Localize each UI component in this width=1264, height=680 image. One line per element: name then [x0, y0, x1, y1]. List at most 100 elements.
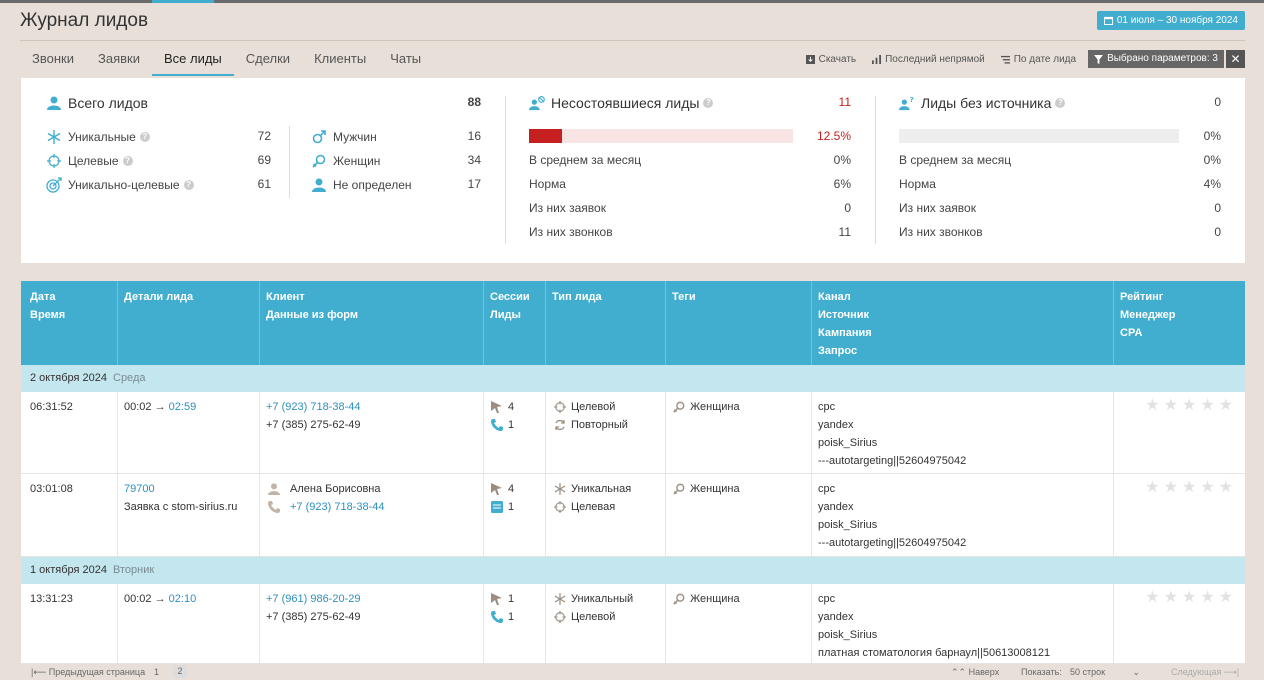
star-icon[interactable]: ★ [1219, 590, 1233, 606]
target-icon [46, 153, 62, 169]
sort-button[interactable]: По дате лида [1000, 54, 1076, 65]
nosource-leads-value: 0 [1214, 95, 1221, 109]
star-icon[interactable]: ★ [1145, 590, 1159, 606]
star-icon[interactable]: ★ [1145, 398, 1159, 414]
attribution-button[interactable]: Последний непрямой [872, 54, 985, 65]
row-channel: cpc yandex poisk_Sirius ---autotargeting||5… [818, 398, 966, 470]
tab-calls[interactable]: Звонки [20, 44, 86, 76]
table-row[interactable]: 03:01:08 79700 Заявка с stom-sirius.ru Ал… [21, 474, 1245, 557]
request-id-link[interactable]: 79700 [124, 480, 237, 498]
star-icon[interactable]: ★ [1200, 480, 1214, 496]
nosource-norm-value: 4% [1203, 177, 1221, 191]
prev-page-link[interactable]: |⟵ Предыдущая страница [31, 667, 145, 678]
female-label: Женщин [333, 154, 381, 168]
client-phone-link[interactable]: +7 (961) 986-20-29 [266, 590, 360, 608]
male-label: Мужчин [333, 130, 377, 144]
clear-filters-button[interactable]: ✕ [1226, 50, 1245, 68]
next-page-link[interactable]: Следующая ⟶| [1171, 667, 1239, 678]
male-icon [311, 129, 327, 145]
row-sessions: 4 1 [491, 398, 514, 434]
page-2-current[interactable]: 2 [173, 665, 187, 678]
page-size-select[interactable]: 50 строк ⌄ [1070, 667, 1140, 677]
help-icon[interactable]: ? [703, 98, 714, 108]
download-button[interactable]: Скачать [805, 54, 856, 65]
query: ---autotargeting||52604975042 [818, 455, 967, 467]
star-icon[interactable]: ★ [1219, 398, 1233, 414]
nosource-progress-bar [899, 129, 1179, 143]
row-call-duration-link[interactable]: 02:59 [169, 401, 197, 413]
failed-percent: 12.5% [816, 129, 851, 143]
star-icon[interactable]: ★ [1182, 398, 1196, 414]
female-icon [673, 483, 685, 495]
client-second-phone: +7 (385) 275-62-49 [266, 419, 361, 431]
page-1-link[interactable]: 1 [154, 667, 159, 677]
tab-all-leads[interactable]: Все лиды [151, 44, 234, 76]
star-icon[interactable]: ★ [1182, 480, 1196, 496]
header-lead-type[interactable]: Тип лида [552, 288, 602, 306]
col-divider [117, 392, 118, 473]
failed-avg-label: В среднем за месяц [529, 153, 642, 167]
help-icon[interactable]: ? [183, 180, 194, 190]
lead-type-secondary: Целевая [571, 501, 616, 513]
client-name: Алена Борисовна [290, 483, 381, 495]
rating-stars[interactable]: ★ ★ ★ ★ ★ [1145, 480, 1233, 496]
header-rating[interactable]: Рейтинг Менеджер CPA [1120, 288, 1176, 342]
table-row[interactable]: 06:31:52 00:02 → 02:59 +7 (923) 718-38-4… [21, 392, 1245, 474]
rating-stars[interactable]: ★ ★ ★ ★ ★ [1145, 398, 1233, 414]
col-divider [1113, 474, 1114, 556]
unique-target-value: 61 [257, 177, 271, 191]
client-phone-link[interactable]: +7 (923) 718-38-44 [290, 498, 384, 516]
nosource-requests-value: 0 [1214, 201, 1221, 215]
rating-stars[interactable]: ★ ★ ★ ★ ★ [1145, 590, 1233, 606]
star-icon[interactable]: ★ [1182, 590, 1196, 606]
header-tags[interactable]: Теги [672, 288, 696, 306]
tab-requests[interactable]: Заявки [86, 44, 152, 76]
page-size-label: Показать: [1021, 667, 1062, 677]
col-divider [1113, 392, 1114, 473]
help-icon[interactable]: ? [122, 156, 133, 166]
header-cpa-label: CPA [1120, 327, 1143, 339]
star-icon[interactable]: ★ [1164, 480, 1178, 496]
female-row: Женщин [311, 153, 380, 169]
row-client: Алена Борисовна +7 (923) 718-38-44 [268, 480, 384, 516]
date-group-header: 2 октября 2024 Среда [21, 365, 1245, 392]
target-icon [554, 401, 566, 413]
tab-clients[interactable]: Клиенты [302, 44, 378, 76]
star-icon[interactable]: ★ [1200, 398, 1214, 414]
next-page-label: Следующая [1171, 667, 1222, 677]
nosource-avg-label: В среднем за месяц [899, 153, 1012, 167]
client-phone-link[interactable]: +7 (923) 718-38-44 [266, 398, 360, 416]
header-details[interactable]: Детали лида [124, 288, 193, 306]
tab-chats[interactable]: Чаты [378, 44, 433, 76]
failed-requests-label: Из них заявок [529, 201, 606, 215]
header-sessions[interactable]: Сессии Лиды [490, 288, 530, 324]
arrow-right-icon: ⟶| [1221, 667, 1240, 677]
row-call-duration-link[interactable]: 02:10 [169, 593, 197, 605]
header-date[interactable]: Дата Время [30, 288, 65, 324]
star-icon[interactable]: ★ [1164, 398, 1178, 414]
scroll-top-link[interactable]: ⌃⌃ Наверх [951, 667, 999, 678]
scroll-top-label: Наверх [968, 667, 1000, 677]
header-client[interactable]: Клиент Данные из форм [266, 288, 358, 324]
table-header: Дата Время Детали лида Клиент Данные из фо… [21, 281, 1245, 365]
tab-deals[interactable]: Сделки [234, 44, 302, 76]
nosource-leads-header: ? Лиды без источника? [899, 95, 1066, 111]
star-icon[interactable]: ★ [1219, 480, 1233, 496]
tag-label: Женщина [690, 593, 740, 605]
phone-icon [491, 419, 503, 431]
star-icon[interactable]: ★ [1164, 590, 1178, 606]
star-icon[interactable]: ★ [1200, 590, 1214, 606]
date-range-picker[interactable]: 01 июля – 30 ноября 2024 [1096, 11, 1245, 30]
lead-type-primary: Уникальная [571, 483, 632, 495]
header-query-label: Запрос [818, 345, 858, 357]
help-icon[interactable]: ? [1055, 98, 1066, 108]
table-row[interactable]: 13:31:23 00:02 → 02:10 +7 (961) 986-20-2… [21, 584, 1245, 664]
col-divider [811, 392, 812, 473]
star-icon[interactable]: ★ [1145, 480, 1159, 496]
header-rating-label: Рейтинг [1120, 291, 1164, 303]
repeat-icon [555, 419, 565, 431]
filter-params-button[interactable]: Выбрано параметров: 3 [1088, 50, 1224, 68]
header-channel[interactable]: Канал Источник Кампания Запрос [818, 288, 872, 360]
row-channel: cpc yandex poisk_Sirius ---autotargeting||5… [818, 480, 966, 552]
help-icon[interactable]: ? [139, 132, 150, 142]
